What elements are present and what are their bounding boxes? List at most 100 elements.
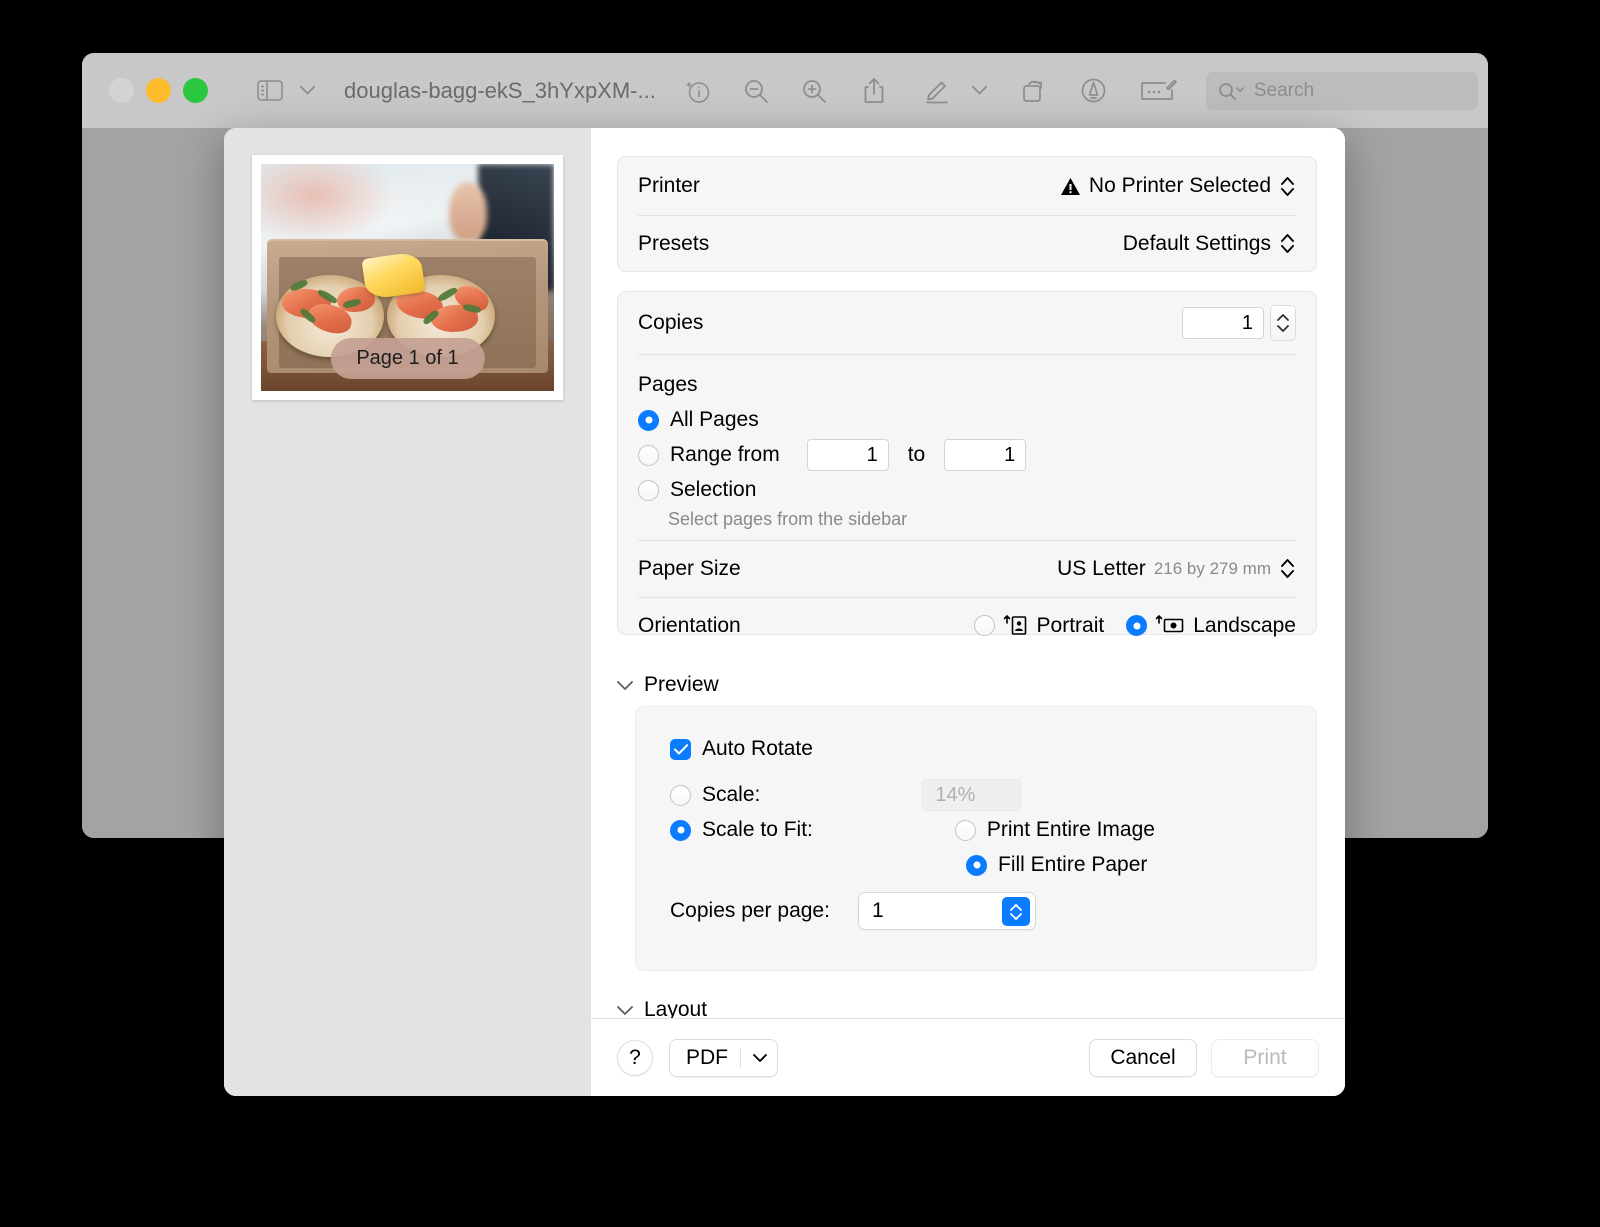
search-placeholder: Search bbox=[1254, 80, 1314, 102]
preview-section-header[interactable]: Preview bbox=[617, 673, 719, 697]
divider bbox=[638, 354, 1296, 355]
presets-row[interactable]: Presets Default Settings bbox=[618, 215, 1316, 272]
range-to-input[interactable]: 1 bbox=[944, 439, 1026, 471]
maximize-button[interactable] bbox=[183, 78, 208, 103]
paper-size-popup-chevron-icon[interactable] bbox=[1279, 554, 1296, 584]
printer-card: Printer No Printer Selected bbox=[617, 156, 1317, 272]
settings-scroll-area[interactable]: Printer No Printer Selected bbox=[591, 128, 1345, 1018]
copies-row: Copies 1 bbox=[618, 292, 1316, 354]
scale-radio[interactable] bbox=[670, 785, 691, 806]
portrait-radio[interactable] bbox=[974, 615, 995, 636]
range-to-label: to bbox=[908, 443, 926, 467]
copies-per-page-chevron-icon[interactable] bbox=[1002, 897, 1030, 926]
signature-icon[interactable] bbox=[1134, 70, 1184, 112]
markup-info-icon[interactable] bbox=[676, 70, 720, 112]
pages-option-selection[interactable]: Selection bbox=[618, 473, 1316, 507]
annotate-icon[interactable] bbox=[1072, 70, 1116, 112]
paper-size-label: Paper Size bbox=[638, 557, 741, 581]
scale-input[interactable]: 14% bbox=[922, 779, 1021, 811]
chevron-down-icon[interactable] bbox=[292, 70, 322, 112]
copies-per-page-row: Copies per page: 1 bbox=[636, 891, 1316, 931]
sidebar-toggle-icon[interactable] bbox=[248, 70, 292, 112]
rotate-icon[interactable] bbox=[1012, 70, 1056, 112]
paper-size-value: US Letter bbox=[1057, 557, 1146, 581]
print-entire-image-label: Print Entire Image bbox=[987, 818, 1155, 842]
copies-label: Copies bbox=[638, 311, 703, 335]
portrait-label: Portrait bbox=[1037, 614, 1105, 638]
selection-hint-row: Select pages from the sidebar bbox=[618, 505, 1316, 533]
cancel-button[interactable]: Cancel bbox=[1089, 1039, 1197, 1077]
orientation-portrait[interactable]: Portrait bbox=[974, 614, 1105, 638]
selection-radio[interactable] bbox=[638, 480, 659, 501]
search-icon bbox=[1218, 82, 1246, 100]
pdf-button-divider bbox=[740, 1048, 741, 1068]
window-title: douglas-bagg-ekS_3hYxpXM-... bbox=[344, 78, 656, 104]
print-entire-image-option[interactable]: Print Entire Image bbox=[955, 818, 1155, 842]
chevron-down-icon[interactable] bbox=[966, 70, 994, 112]
orientation-label: Orientation bbox=[638, 614, 741, 638]
presets-popup-chevron-icon[interactable] bbox=[1279, 229, 1296, 259]
zoom-out-icon[interactable] bbox=[734, 70, 778, 112]
presets-value: Default Settings bbox=[1123, 232, 1271, 256]
help-button[interactable]: ? bbox=[617, 1040, 653, 1076]
selection-hint: Select pages from the sidebar bbox=[668, 509, 907, 530]
print-options-card: Copies 1 Pages bbox=[617, 291, 1317, 635]
search-input[interactable]: Search bbox=[1206, 72, 1478, 110]
all-pages-radio[interactable] bbox=[638, 410, 659, 431]
printer-popup-chevron-icon[interactable] bbox=[1279, 171, 1296, 201]
print-dialog: Page 1 of 1 Printer bbox=[224, 128, 1345, 1096]
scale-row[interactable]: Scale: 14% bbox=[636, 777, 1316, 813]
layout-section-title: Layout bbox=[644, 998, 707, 1018]
selection-label: Selection bbox=[670, 478, 756, 502]
landscape-icon bbox=[1155, 614, 1185, 637]
pdf-button[interactable]: PDF bbox=[669, 1039, 778, 1077]
zoom-in-icon[interactable] bbox=[792, 70, 836, 112]
copies-stepper[interactable] bbox=[1270, 305, 1296, 341]
printer-row[interactable]: Printer No Printer Selected bbox=[618, 157, 1316, 215]
dialog-action-bar: ? PDF Cancel Print bbox=[591, 1018, 1345, 1096]
pdf-button-label: PDF bbox=[686, 1046, 728, 1070]
layout-section-header[interactable]: Layout bbox=[617, 998, 707, 1018]
copies-per-page-value: 1 bbox=[872, 899, 884, 923]
copies-input[interactable]: 1 bbox=[1182, 307, 1264, 339]
auto-rotate-checkbox[interactable] bbox=[670, 739, 691, 760]
pages-option-range[interactable]: Range from 1 to 1 bbox=[618, 437, 1316, 473]
orientation-landscape[interactable]: Landscape bbox=[1126, 614, 1296, 638]
warning-icon bbox=[1060, 177, 1081, 196]
fill-entire-paper-radio[interactable] bbox=[966, 855, 987, 876]
printer-value: No Printer Selected bbox=[1089, 174, 1271, 198]
chevron-down-icon[interactable] bbox=[617, 1006, 633, 1015]
landscape-radio[interactable] bbox=[1126, 615, 1147, 636]
preview-section-title: Preview bbox=[644, 673, 719, 697]
fill-entire-paper-label: Fill Entire Paper bbox=[998, 853, 1147, 877]
chevron-down-icon[interactable] bbox=[753, 1054, 767, 1062]
preview-options-box: Auto Rotate Scale: 14% Scale to Fit: bbox=[635, 706, 1317, 971]
scale-to-fit-label: Scale to Fit: bbox=[702, 818, 813, 842]
range-from-label: Range from bbox=[670, 443, 780, 467]
print-entire-image-radio[interactable] bbox=[955, 820, 976, 841]
page-thumbnail[interactable]: Page 1 of 1 bbox=[252, 155, 563, 400]
pages-label: Pages bbox=[638, 373, 698, 397]
range-from-input[interactable]: 1 bbox=[807, 439, 889, 471]
fill-entire-paper-row[interactable]: Fill Entire Paper bbox=[636, 847, 1316, 883]
print-settings-pane: Printer No Printer Selected bbox=[591, 128, 1345, 1096]
scale-to-fit-row[interactable]: Scale to Fit: Print Entire Image bbox=[636, 812, 1316, 848]
paper-size-dimensions: 216 by 279 mm bbox=[1154, 559, 1271, 579]
minimize-button[interactable] bbox=[146, 78, 171, 103]
pages-option-all[interactable]: All Pages bbox=[618, 403, 1316, 437]
close-button[interactable] bbox=[109, 78, 134, 103]
scale-to-fit-radio[interactable] bbox=[670, 820, 691, 841]
paper-size-row[interactable]: Paper Size US Letter 216 by 279 mm bbox=[618, 540, 1316, 597]
print-button[interactable]: Print bbox=[1211, 1039, 1319, 1077]
share-icon[interactable] bbox=[852, 70, 896, 112]
pages-label-row: Pages bbox=[618, 370, 1316, 400]
copies-per-page-label: Copies per page: bbox=[670, 899, 830, 923]
traffic-lights bbox=[109, 78, 208, 103]
range-from-radio[interactable] bbox=[638, 445, 659, 466]
markup-pen-icon[interactable] bbox=[916, 70, 960, 112]
window-titlebar: douglas-bagg-ekS_3hYxpXM-... bbox=[82, 53, 1488, 128]
auto-rotate-row[interactable]: Auto Rotate bbox=[636, 732, 1316, 766]
copies-per-page-select[interactable]: 1 bbox=[858, 892, 1036, 930]
thumbnail-image: Page 1 of 1 bbox=[261, 164, 554, 391]
chevron-down-icon[interactable] bbox=[617, 681, 633, 690]
